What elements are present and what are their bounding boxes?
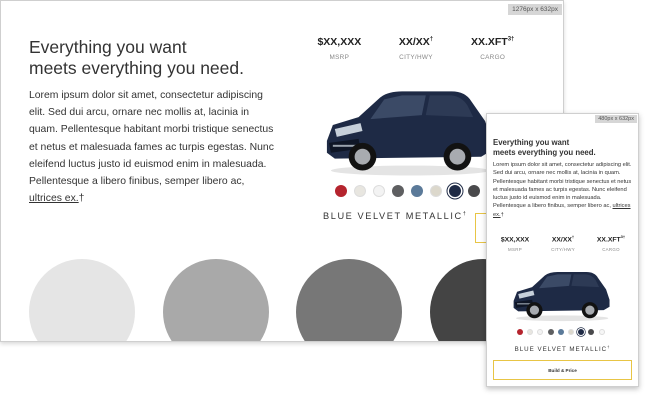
ultrices-link[interactable]: ultrices ex. [29, 193, 79, 204]
spec-label: CITY/HWY [551, 247, 575, 253]
color-swatch-white[interactable] [537, 329, 544, 335]
color-swatches [335, 185, 506, 197]
spec-value: XX/XX [398, 36, 430, 48]
spec-sup: 3† [620, 234, 626, 239]
suv-icon [513, 272, 610, 322]
color-name-mark: † [607, 344, 611, 349]
desktop-size-badge: 1276px x 632px [508, 4, 562, 15]
spec-value: XX/XX [551, 236, 572, 244]
headline-line-1: Everything you want [29, 37, 187, 57]
spec-value: $XX,XXX [500, 236, 530, 244]
spec-value: $XX,XXX [317, 36, 362, 48]
headline-line-2: meets everything you need. [493, 148, 596, 157]
color-name-text: BLUE VELVET METALLIC [514, 346, 608, 354]
headline-line-2: meets everything you need. [29, 58, 244, 78]
color-swatch-white[interactable] [373, 185, 385, 197]
spec-msrp: $XX,XXX MSRP [491, 234, 539, 252]
color-swatch-blue-velvet[interactable] [578, 329, 585, 335]
dagger-mark: † [78, 193, 85, 205]
color-swatch-silver-ice[interactable] [527, 329, 534, 335]
mobile-headline: Everything you want meets everything you… [493, 138, 631, 158]
color-swatch-graphite[interactable] [392, 185, 404, 197]
color-swatch-graphite[interactable] [547, 329, 554, 335]
spec-cargo: XX.XFT3† CARGO [454, 36, 531, 61]
gray-circle-1 [29, 259, 135, 341]
spec-city-hwy: XX/XX† CITY/HWY [539, 234, 587, 252]
vehicle-image [319, 79, 497, 179]
color-name-text: BLUE VELVET METALLIC [323, 211, 463, 222]
mobile-color-swatches [517, 329, 609, 335]
spec-label: MSRP [508, 247, 522, 253]
spec-sup: † [429, 36, 434, 43]
gray-circle-3 [296, 259, 402, 341]
color-swatch-champagne[interactable] [567, 329, 574, 335]
mobile-mockup: 480px x 632px Everything you want meets … [486, 113, 639, 387]
gray-circle-2 [163, 259, 269, 341]
spec-msrp: $XX,XXX MSRP [301, 36, 378, 61]
spec-label: CITY/HWY [399, 54, 433, 61]
spec-sup: † [571, 234, 575, 239]
mobile-vehicle-image [509, 264, 613, 324]
color-swatch-pearl[interactable] [598, 329, 605, 335]
color-swatch-silver-ice[interactable] [354, 185, 366, 197]
color-swatch-charcoal[interactable] [588, 329, 595, 335]
headline-line-1: Everything you want [493, 138, 570, 147]
intro-text: Lorem ipsum dolor sit amet, consectetur … [493, 162, 632, 210]
color-swatch-red[interactable] [517, 329, 523, 335]
page-headline: Everything you want meets everything you… [29, 37, 289, 79]
color-name-mark: † [462, 211, 468, 217]
spec-value: XX.XFT [596, 236, 621, 244]
spec-value: XX.XFT [470, 36, 508, 48]
spec-row: $XX,XXX MSRP XX/XX† CITY/HWY XX.XFT3† CA… [301, 36, 531, 61]
spec-label: CARGO [480, 54, 506, 61]
desktop-mockup: 1276px x 632px Everything you want meets… [0, 0, 564, 342]
selected-color-name: BLUE VELVET METALLIC† [323, 211, 467, 221]
spec-cargo: XX.XFT3† CARGO [587, 234, 635, 252]
intro-paragraph: Lorem ipsum dolor sit amet, consectetur … [29, 87, 277, 207]
color-swatch-red[interactable] [335, 185, 347, 197]
spec-city-hwy: XX/XX† CITY/HWY [378, 36, 455, 61]
spec-sup: 3† [507, 36, 515, 43]
intro-text: Lorem ipsum dolor sit amet, consectetur … [29, 90, 274, 188]
color-swatch-steel-blue[interactable] [557, 329, 564, 335]
mobile-intro-paragraph: Lorem ipsum dolor sit amet, consectetur … [493, 161, 633, 219]
spec-label: MSRP [329, 54, 350, 61]
color-swatch-blue-velvet[interactable] [449, 185, 461, 197]
spec-label: CARGO [602, 247, 620, 253]
mobile-selected-color-name: BLUE VELVET METALLIC† [487, 344, 638, 353]
dagger-mark: † [500, 211, 504, 218]
suv-icon [326, 91, 492, 176]
color-swatch-steel-blue[interactable] [411, 185, 423, 197]
mobile-spec-row: $XX,XXX MSRP XX/XX† CITY/HWY XX.XFT3† CA… [491, 234, 635, 252]
build-price-button[interactable]: Build & Price [493, 360, 632, 380]
color-swatch-charcoal[interactable] [468, 185, 480, 197]
color-swatch-champagne[interactable] [430, 185, 442, 197]
mobile-size-badge: 480px x 632px [595, 115, 637, 123]
